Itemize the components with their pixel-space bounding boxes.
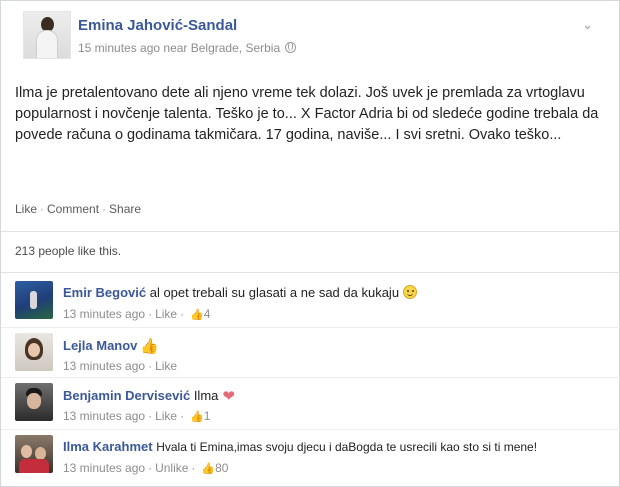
- commenter-name[interactable]: Benjamin Dervisević: [63, 388, 190, 403]
- avatar[interactable]: [15, 435, 53, 473]
- likes-summary[interactable]: 213 people like this.: [15, 244, 121, 258]
- comment-text: Ilma: [193, 388, 219, 403]
- avatar[interactable]: [15, 383, 53, 421]
- share-button[interactable]: Share: [109, 202, 141, 216]
- facebook-post-card: Emina Jahović-Sandal 15 minutes ago near…: [0, 0, 620, 487]
- action-separator: ·: [40, 202, 45, 216]
- like-button[interactable]: Like: [15, 202, 37, 216]
- heart-icon: ❤: [222, 388, 235, 405]
- comment-item: Lejla Manov 👍 13 minutes ago · Like: [15, 333, 611, 379]
- divider: [1, 272, 620, 273]
- comment-time[interactable]: 13 minutes ago: [63, 409, 145, 423]
- commenter-name[interactable]: Ilma Karahmet: [63, 439, 153, 454]
- divider: [1, 429, 620, 430]
- thumbs-up-icon: 👍: [190, 411, 204, 423]
- comment-item: Ilma Karahmet Hvala ti Emina,imas svoju …: [15, 435, 611, 481]
- thumbs-up-icon: 👍: [190, 309, 204, 321]
- comment-like-button[interactable]: Like: [155, 409, 177, 423]
- comment-like-button[interactable]: Like: [155, 307, 177, 321]
- comment-text: al opet trebali su glasati a ne sad da k…: [149, 285, 400, 300]
- post-timestamp: 15 minutes ago near Belgrade, Serbia: [78, 41, 297, 55]
- divider: [1, 377, 620, 378]
- avatar[interactable]: [15, 333, 53, 371]
- comment-time[interactable]: 13 minutes ago: [63, 307, 145, 321]
- action-separator: ·: [102, 202, 107, 216]
- comment-button[interactable]: Comment: [47, 202, 99, 216]
- author-avatar[interactable]: [23, 11, 71, 59]
- author-name[interactable]: Emina Jahović-Sandal: [78, 17, 237, 34]
- chevron-down-icon[interactable]: ⌄: [582, 17, 593, 33]
- commenter-name[interactable]: Lejla Manov: [63, 338, 137, 353]
- globe-icon: [285, 42, 297, 53]
- post-body-text: Ilma je pretalentovano dete ali njeno vr…: [15, 85, 599, 143]
- post-action-bar: Like · Comment · Share: [15, 202, 141, 216]
- comment-like-count[interactable]: 80: [215, 461, 228, 475]
- comment-time[interactable]: 13 minutes ago: [63, 359, 145, 373]
- divider: [1, 231, 620, 232]
- comment-unlike-button[interactable]: Unlike: [155, 461, 188, 475]
- smile-icon: [403, 285, 418, 299]
- thumbs-up-emoticon-icon: 👍: [140, 338, 160, 355]
- comment-like-count[interactable]: 4: [204, 307, 211, 321]
- post-header: Emina Jahović-Sandal 15 minutes ago near…: [23, 11, 603, 61]
- divider: [1, 327, 620, 328]
- comment-text: Hvala ti Emina,imas svoju djecu i daBogd…: [156, 440, 538, 454]
- comment-item: Benjamin Dervisević Ilma ❤ 13 minutes ago…: [15, 383, 611, 429]
- post-time-location[interactable]: 15 minutes ago near Belgrade, Serbia: [78, 41, 280, 55]
- thumbs-up-icon: 👍: [201, 463, 216, 475]
- comment-like-button[interactable]: Like: [155, 359, 177, 373]
- avatar[interactable]: [15, 281, 53, 319]
- comment-item: Emir Begović al opet trebali su glasati …: [15, 281, 611, 327]
- commenter-name[interactable]: Emir Begović: [63, 285, 146, 300]
- comment-time[interactable]: 13 minutes ago: [63, 461, 145, 475]
- comment-like-count[interactable]: 1: [204, 409, 211, 423]
